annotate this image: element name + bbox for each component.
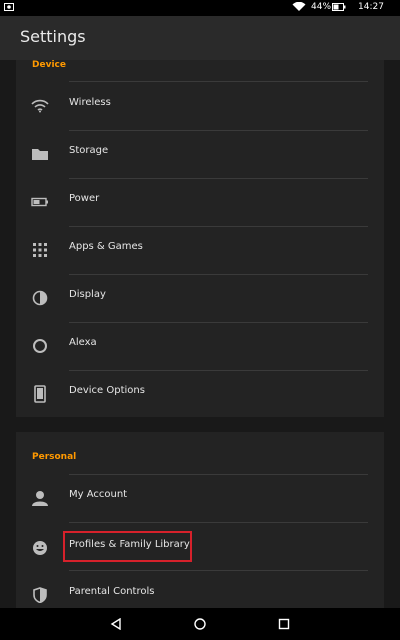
battery-status-icon [332,3,346,14]
back-icon[interactable] [106,614,126,634]
app-bar: Settings [0,16,400,60]
divider [69,522,368,523]
settings-item-apps-games[interactable]: Apps & Games [16,226,384,274]
settings-item-label: Parental Controls [69,586,155,597]
section-header-personal: Personal [32,452,77,462]
status-bar: 44% 14:27 [0,0,400,16]
settings-item-label: Apps & Games [69,241,143,252]
shield-icon [30,585,50,605]
device-icon [30,384,50,404]
settings-item-label: Display [69,289,106,300]
apps-grid-icon [30,240,50,260]
wifi-status-icon [292,1,306,15]
settings-item-label: My Account [69,489,128,500]
settings-item-alexa[interactable]: Alexa [16,322,384,370]
settings-item-power[interactable]: Power [16,178,384,226]
settings-item-device-options[interactable]: Device Options [16,370,384,418]
screenshot-notification-icon [4,2,14,15]
settings-item-label: Wireless [69,97,111,108]
profiles-smiley-icon [30,538,50,558]
display-contrast-icon [30,288,50,308]
battery-icon [30,192,50,212]
settings-item-storage[interactable]: Storage [16,130,384,178]
battery-percent: 44% [311,2,332,12]
settings-item-label: Alexa [69,337,97,348]
navigation-bar [0,608,400,640]
settings-item-my-account[interactable]: My Account [16,474,384,522]
settings-item-label: Storage [69,145,109,156]
wifi-icon [30,96,50,116]
device-section: Device Wireless Storage Power Apps & Gam… [16,60,384,417]
page-title: Settings [20,27,86,46]
settings-item-wireless[interactable]: Wireless [16,82,384,130]
alexa-icon [30,336,50,356]
account-icon [30,488,50,508]
personal-section: Personal My Account Profiles & Family Li… [16,432,384,608]
settings-item-label: Power [69,193,100,204]
home-icon[interactable] [190,614,210,634]
section-header-device: Device [32,60,66,70]
settings-item-label: Device Options [69,385,145,396]
folder-icon [30,144,50,164]
recents-icon[interactable] [274,614,294,634]
clock: 14:27 [358,2,384,12]
settings-item-display[interactable]: Display [16,274,384,322]
highlight-box [63,531,192,562]
